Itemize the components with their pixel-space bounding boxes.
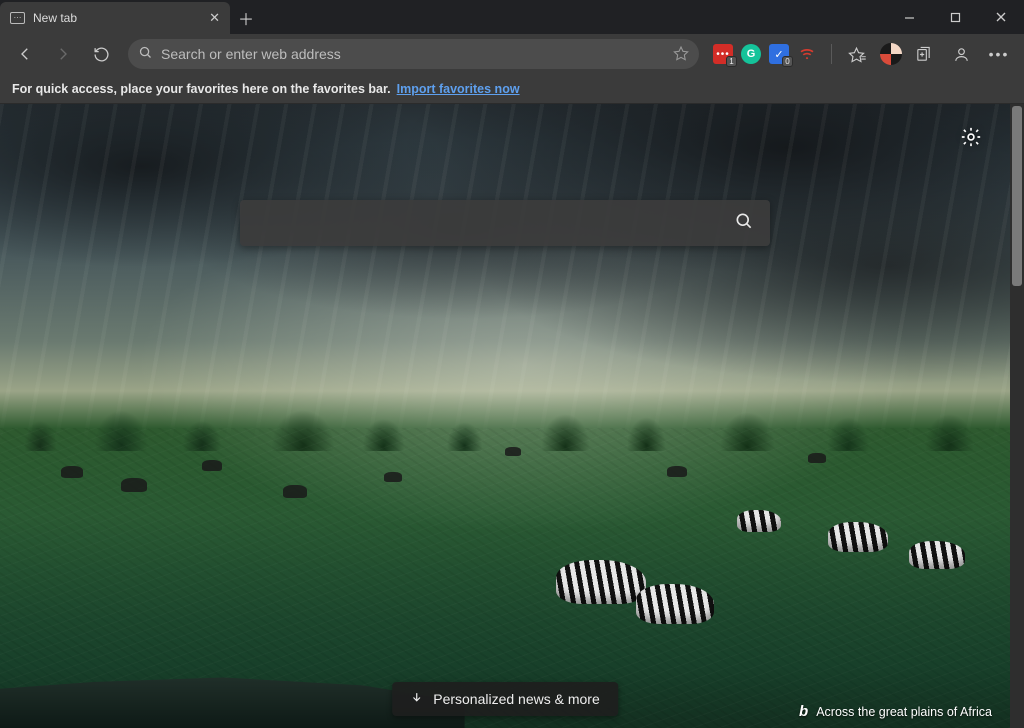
background-animal (505, 447, 521, 456)
page-settings-button[interactable] (960, 126, 982, 153)
lastpass-extension[interactable]: ••• 1 (713, 44, 733, 64)
collections-button[interactable] (906, 38, 940, 70)
tab-favicon: ⋯ (10, 12, 25, 24)
more-icon: ••• (989, 46, 1010, 62)
address-bar[interactable]: Search or enter web address (128, 39, 699, 69)
window-controls (886, 0, 1024, 34)
background-zebra (556, 560, 646, 604)
background-animal (667, 466, 687, 477)
grammarly-extension[interactable]: G (741, 44, 761, 64)
extension-badge: 0 (782, 56, 793, 67)
vpn-extension[interactable] (797, 44, 817, 64)
guest-button[interactable] (944, 38, 978, 70)
search-icon (138, 45, 153, 63)
toolbar: Search or enter web address ••• 1 G ✓ 0 … (0, 34, 1024, 74)
arrow-down-icon (410, 691, 423, 707)
personalized-news-button[interactable]: Personalized news & more (392, 682, 618, 716)
browser-tab[interactable]: ⋯ New tab ✕ (0, 2, 230, 34)
new-tab-page: Personalized news & more b Across the gr… (0, 104, 1010, 728)
scrollbar-thumb[interactable] (1012, 106, 1022, 286)
new-tab-button[interactable]: ＋ (230, 2, 262, 34)
back-button[interactable] (8, 38, 42, 70)
import-favorites-link[interactable]: Import favorites now (397, 82, 520, 96)
background-animal (61, 466, 83, 478)
background-animal (808, 453, 826, 463)
close-tab-icon[interactable]: ✕ (209, 10, 220, 26)
background-animal (384, 472, 402, 482)
titlebar: ⋯ New tab ✕ ＋ (0, 0, 1024, 34)
image-credit-text: Across the great plains of Africa (816, 705, 992, 719)
favorite-star-icon[interactable] (673, 45, 689, 64)
todo-extension[interactable]: ✓ 0 (769, 44, 789, 64)
settings-more-button[interactable]: ••• (982, 38, 1016, 70)
tab-title: New tab (33, 11, 201, 25)
close-window-button[interactable] (978, 0, 1024, 34)
favorites-info-bar: For quick access, place your favorites h… (0, 74, 1024, 104)
bing-logo-icon: b (799, 703, 808, 720)
refresh-button[interactable] (84, 38, 118, 70)
vertical-scrollbar[interactable] (1010, 104, 1024, 728)
news-button-label: Personalized news & more (433, 691, 600, 707)
background-clouds (0, 104, 1010, 728)
favorites-menu-button[interactable]: ≡ (842, 38, 876, 70)
image-credit[interactable]: b Across the great plains of Africa (799, 703, 992, 720)
background-treeline (0, 391, 1010, 451)
background-zebra (909, 541, 965, 569)
search-icon (734, 211, 754, 236)
content-area: Personalized news & more b Across the gr… (0, 104, 1024, 728)
infobar-text: For quick access, place your favorites h… (12, 82, 391, 96)
maximize-button[interactable] (932, 0, 978, 34)
background-zebra (737, 510, 781, 532)
background-animal (121, 478, 147, 492)
background-zebra (636, 584, 714, 624)
background-animal (202, 460, 222, 471)
ntp-search-box[interactable] (240, 200, 770, 246)
minimize-button[interactable] (886, 0, 932, 34)
background-zebra (828, 522, 888, 552)
background-sunrays (0, 104, 1010, 728)
extension-badge: 1 (726, 56, 737, 67)
address-placeholder: Search or enter web address (161, 46, 665, 62)
background-animal (283, 485, 307, 498)
forward-button[interactable] (46, 38, 80, 70)
extensions-area: ••• 1 G ✓ 0 (709, 44, 821, 64)
profile-avatar[interactable] (880, 43, 902, 65)
